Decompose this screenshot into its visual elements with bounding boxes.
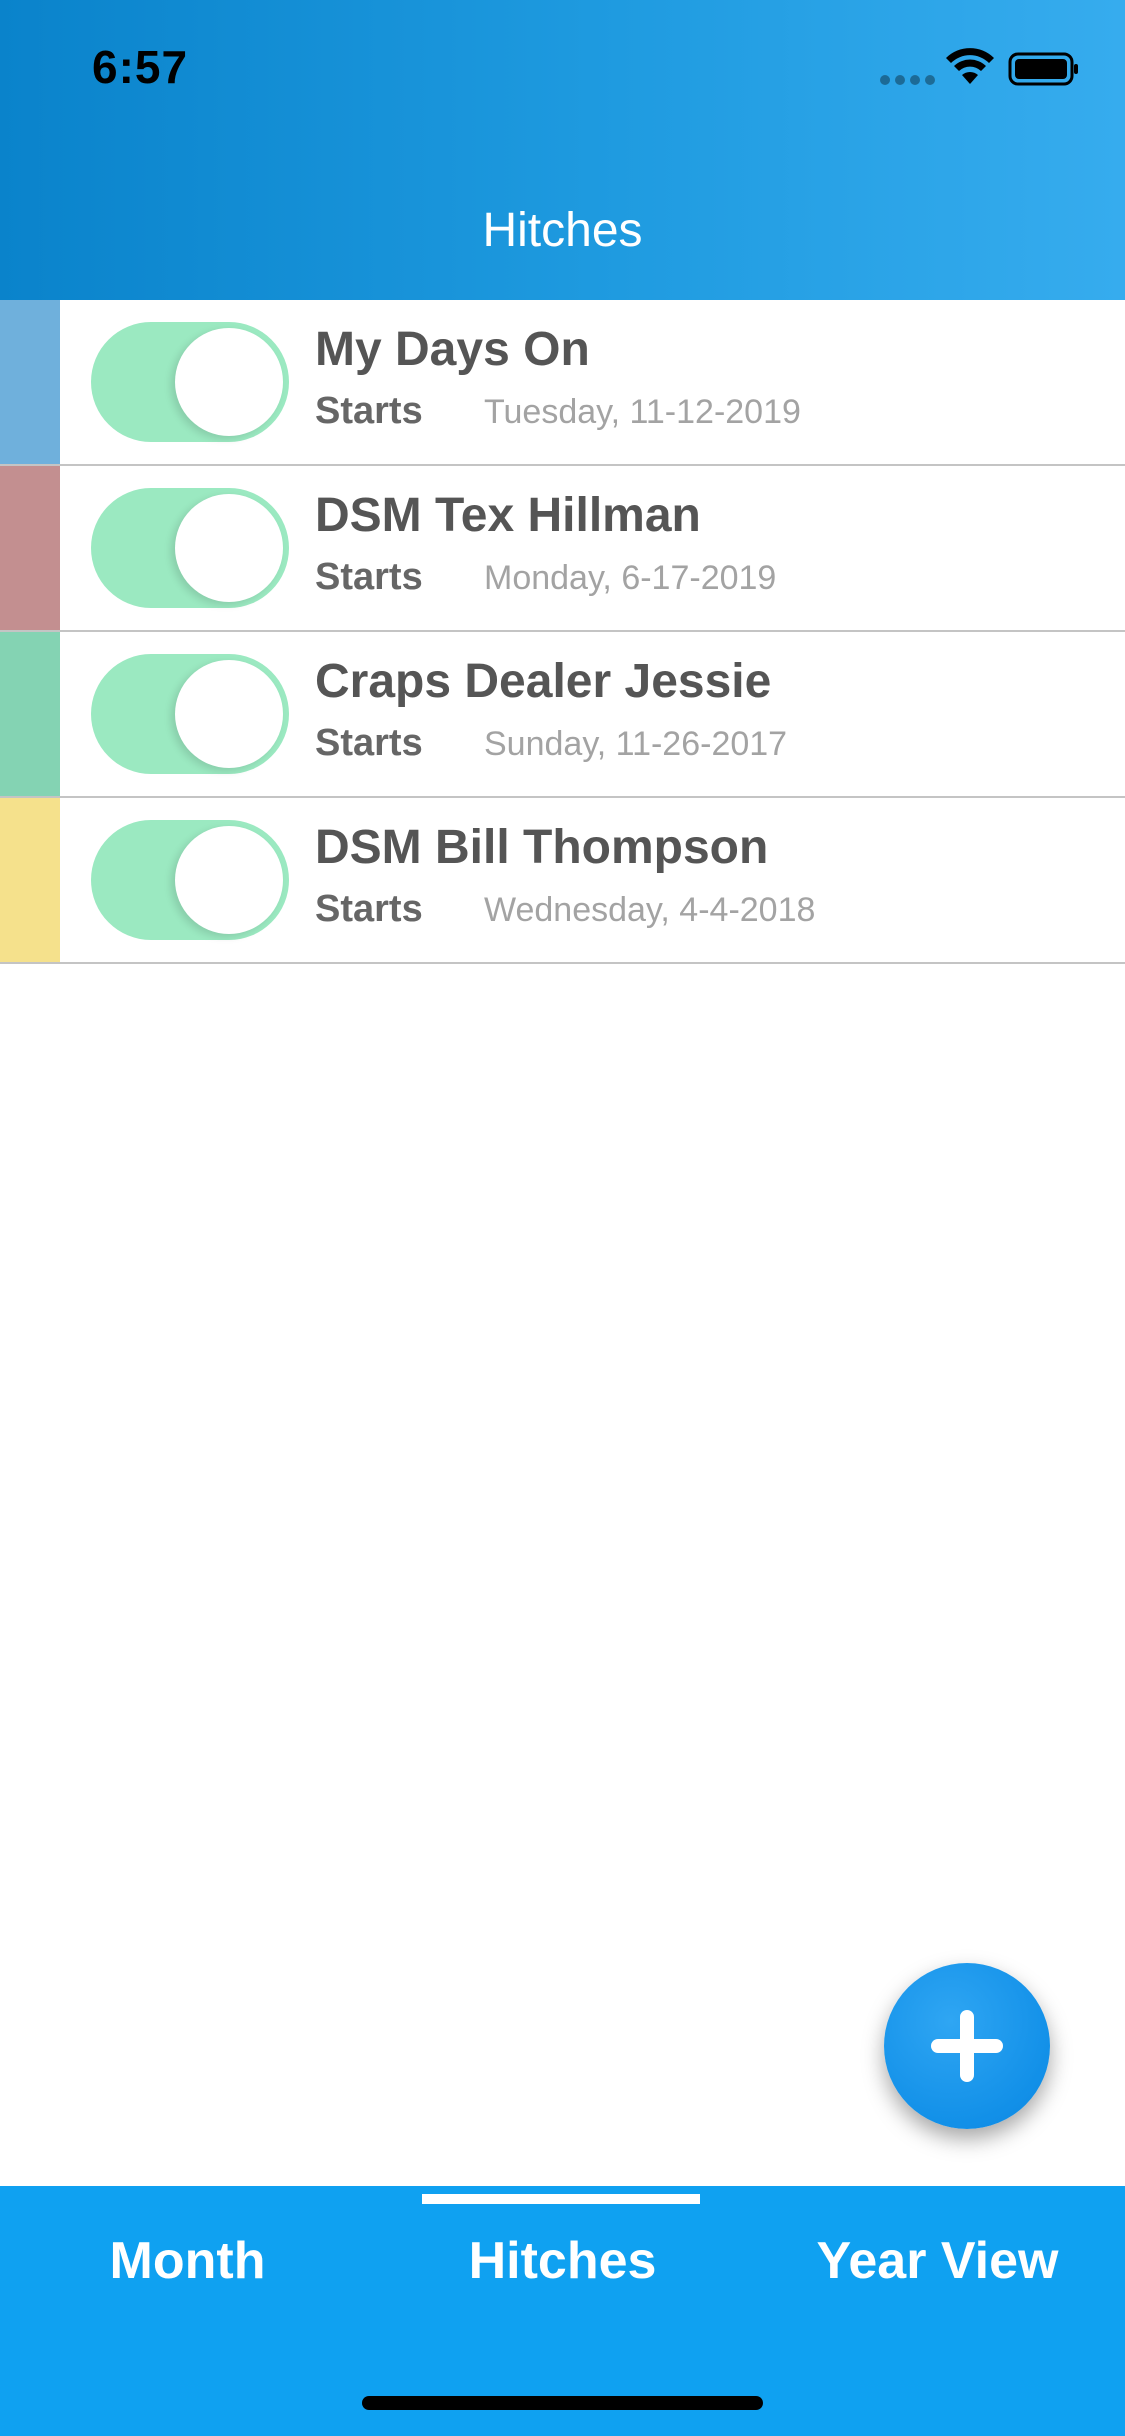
- hitch-color-bar: [0, 300, 60, 464]
- hitch-start-date: Sunday, 11-26-2017: [484, 725, 788, 763]
- hitches-screen: 6:57 Hitches My Days On Starts Tuesday, …: [0, 0, 1125, 2436]
- hitch-row[interactable]: DSM Tex Hillman Starts Monday, 6-17-2019: [0, 466, 1125, 632]
- header: 6:57 Hitches: [0, 0, 1125, 300]
- plus-icon: [931, 2010, 1003, 2082]
- battery-icon: [1008, 52, 1078, 86]
- hitch-starts-label: Starts: [315, 556, 423, 598]
- hitch-color-bar: [0, 798, 60, 962]
- hitch-color-bar: [0, 632, 60, 796]
- tab-month[interactable]: Month: [0, 2186, 375, 2326]
- hitch-row[interactable]: My Days On Starts Tuesday, 11-12-2019: [0, 300, 1125, 466]
- hitch-start-date: Monday, 6-17-2019: [484, 559, 777, 597]
- toggle-knob: [175, 660, 283, 768]
- tab-hitches[interactable]: Hitches: [375, 2186, 750, 2326]
- hitch-title: Craps Dealer Jessie: [315, 655, 772, 708]
- toggle-knob: [175, 494, 283, 602]
- hitch-start-date: Wednesday, 4-4-2018: [484, 891, 816, 929]
- toggle-knob: [175, 328, 283, 436]
- home-indicator[interactable]: [362, 2396, 763, 2410]
- hitch-title: DSM Bill Thompson: [315, 821, 769, 874]
- hitch-title: My Days On: [315, 323, 590, 376]
- hitch-enabled-toggle[interactable]: [91, 488, 289, 608]
- cellular-signal-icon: [880, 75, 936, 85]
- hitch-enabled-toggle[interactable]: [91, 322, 289, 442]
- hitch-starts-label: Starts: [315, 888, 423, 930]
- hitch-starts-label: Starts: [315, 722, 423, 764]
- hitch-enabled-toggle[interactable]: [91, 654, 289, 774]
- add-hitch-button[interactable]: [884, 1963, 1050, 2129]
- hitch-start-date: Tuesday, 11-12-2019: [484, 393, 801, 431]
- hitch-row[interactable]: DSM Bill Thompson Starts Wednesday, 4-4-…: [0, 798, 1125, 964]
- hitch-color-bar: [0, 466, 60, 630]
- hitch-starts-label: Starts: [315, 390, 423, 432]
- hitch-title: DSM Tex Hillman: [315, 489, 701, 542]
- hitch-row[interactable]: Craps Dealer Jessie Starts Sunday, 11-26…: [0, 632, 1125, 798]
- hitch-enabled-toggle[interactable]: [91, 820, 289, 940]
- hitches-list: My Days On Starts Tuesday, 11-12-2019 DS…: [0, 300, 1125, 964]
- toggle-knob: [175, 826, 283, 934]
- page-title: Hitches: [482, 204, 643, 257]
- status-time: 6:57: [92, 41, 189, 93]
- tab-year-view[interactable]: Year View: [750, 2186, 1125, 2326]
- wifi-icon: [946, 48, 994, 84]
